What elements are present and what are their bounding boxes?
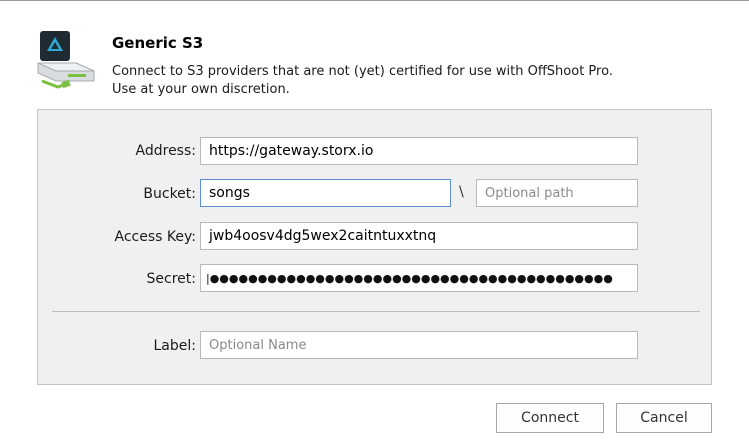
- cancel-button[interactable]: Cancel: [616, 403, 712, 433]
- secret-masked-value: |●●●●●●●●●●●●●●●●●●●●●●●●●●●●●●●●●●●●●●●…: [206, 272, 613, 285]
- generic-s3-dialog: Generic S3 Connect to S3 providers that …: [0, 0, 749, 448]
- access-key-value: jwb4oosv4dg5wex2caitntuxxtnq: [209, 228, 437, 244]
- connect-button[interactable]: Connect: [496, 403, 604, 433]
- secret-label: Secret:: [146, 271, 196, 287]
- address-input[interactable]: https://gateway.storx.io: [200, 137, 638, 165]
- label-input[interactable]: Optional Name: [200, 331, 638, 359]
- access-key-input[interactable]: jwb4oosv4dg5wex2caitntuxxtnq: [200, 222, 638, 250]
- address-value: https://gateway.storx.io: [209, 143, 374, 159]
- label-label: Label:: [153, 338, 197, 354]
- label-placeholder: Optional Name: [209, 338, 307, 353]
- dialog-title: Generic S3: [112, 34, 204, 52]
- dialog-description: Connect to S3 providers that are not (ye…: [112, 63, 613, 99]
- secret-input[interactable]: |●●●●●●●●●●●●●●●●●●●●●●●●●●●●●●●●●●●●●●●…: [200, 264, 638, 292]
- path-input[interactable]: Optional path: [476, 179, 638, 207]
- description-line-1: Connect to S3 providers that are not (ye…: [112, 64, 613, 79]
- path-separator: \: [459, 184, 464, 200]
- bucket-input[interactable]: songs: [200, 179, 451, 207]
- form-divider: [52, 311, 700, 312]
- address-label: Address:: [135, 143, 196, 159]
- bucket-label: Bucket:: [143, 186, 196, 202]
- bucket-value: songs: [209, 185, 250, 201]
- path-placeholder: Optional path: [485, 186, 574, 201]
- description-line-2: Use at your own discretion.: [112, 82, 290, 97]
- server-drive-icon: [36, 31, 100, 91]
- access-key-label: Access Key:: [114, 229, 196, 245]
